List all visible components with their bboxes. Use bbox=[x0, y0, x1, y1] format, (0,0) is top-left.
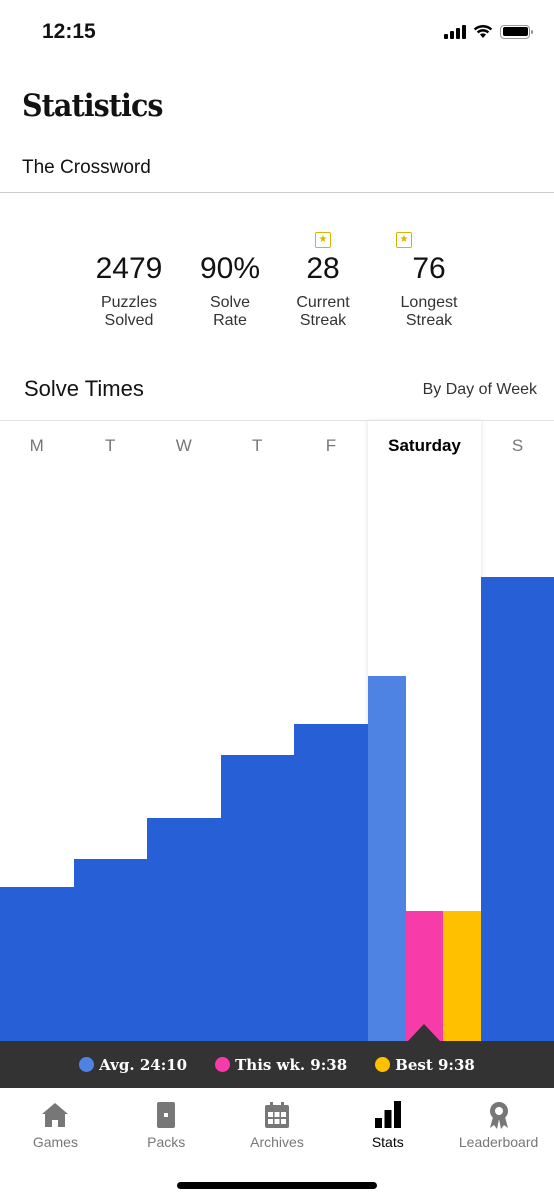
bar-day[interactable] bbox=[481, 577, 554, 1041]
bar-avg-saturday bbox=[368, 676, 407, 1041]
day-label[interactable]: S bbox=[481, 436, 554, 456]
divider bbox=[0, 192, 554, 193]
home-icon bbox=[42, 1103, 69, 1127]
bar-day[interactable] bbox=[0, 887, 74, 1041]
tab-label: Leaderboard bbox=[458, 1134, 539, 1150]
day-label[interactable]: T bbox=[221, 436, 295, 456]
solve-times-heading: Solve Times bbox=[24, 376, 144, 401]
bar-day[interactable] bbox=[294, 724, 369, 1041]
bar-day[interactable] bbox=[147, 817, 221, 1041]
ribbon-icon bbox=[489, 1102, 508, 1129]
legend-dot bbox=[79, 1057, 95, 1072]
calendar-icon bbox=[264, 1102, 289, 1128]
stat-value: 28 bbox=[306, 252, 340, 285]
bar-best bbox=[443, 911, 482, 1041]
solve-times-chart: M T W T F Saturday S bbox=[0, 420, 554, 1041]
stat-label: Longest Streak bbox=[400, 294, 458, 329]
tab-label: Games bbox=[32, 1134, 78, 1150]
tab-stats[interactable]: Stats bbox=[332, 1088, 443, 1158]
stat-label: Puzzles Solved bbox=[100, 294, 158, 329]
chart-legend: Avg. 24:10 This wk. 9:38 Best 9:38 bbox=[0, 1041, 554, 1088]
stat-value: 2479 bbox=[95, 252, 163, 285]
wifi-icon bbox=[473, 24, 493, 38]
legend-avg: Avg. 24:10 bbox=[79, 1056, 187, 1074]
bar-chart-icon bbox=[374, 1101, 401, 1128]
tab-label: Packs bbox=[147, 1134, 186, 1150]
day-label[interactable]: T bbox=[74, 436, 148, 456]
legend-this-week: This wk. 9:38 bbox=[215, 1056, 347, 1074]
tab-label: Stats bbox=[371, 1134, 404, 1150]
selected-pointer bbox=[408, 1024, 440, 1041]
pack-icon bbox=[157, 1102, 176, 1128]
stat-label: Current Streak bbox=[296, 294, 350, 329]
tab-packs[interactable]: Packs bbox=[111, 1088, 222, 1158]
battery-icon bbox=[500, 24, 533, 39]
game-name: The Crossword bbox=[22, 157, 151, 178]
stat-longest-streak: ★ 76 Longest Streak bbox=[374, 232, 484, 330]
day-label[interactable]: F bbox=[294, 436, 368, 456]
legend-dot bbox=[215, 1057, 231, 1072]
legend-best: Best 9:38 bbox=[375, 1056, 475, 1074]
stat-current-streak: ★ 28 Current Streak bbox=[268, 232, 378, 330]
page-title: Statistics bbox=[22, 88, 163, 124]
stat-value: 76 bbox=[412, 252, 446, 285]
tab-games[interactable]: Games bbox=[0, 1088, 111, 1158]
tab-leaderboard[interactable]: Leaderboard bbox=[443, 1088, 554, 1158]
status-bar: 12:15 bbox=[0, 0, 554, 66]
bar-day[interactable] bbox=[220, 755, 295, 1041]
legend-dot bbox=[375, 1057, 391, 1072]
bar-day[interactable] bbox=[73, 859, 148, 1041]
star-icon: ★ bbox=[396, 232, 412, 248]
day-label[interactable]: M bbox=[0, 436, 74, 456]
tab-label: Archives bbox=[250, 1134, 304, 1150]
stat-puzzles-solved: 2479 Puzzles Solved bbox=[74, 252, 184, 330]
chart-top-border bbox=[0, 420, 554, 421]
day-label[interactable]: W bbox=[147, 436, 221, 456]
tab-archives[interactable]: Archives bbox=[222, 1088, 333, 1158]
clock: 12:15 bbox=[42, 20, 96, 43]
star-icon: ★ bbox=[315, 232, 331, 248]
view-selector[interactable]: By Day of Week bbox=[423, 381, 537, 399]
signal-icon bbox=[444, 24, 466, 39]
bar-this-week bbox=[405, 911, 444, 1041]
home-indicator bbox=[177, 1182, 377, 1189]
status-icons bbox=[444, 24, 533, 39]
tab-bar: Games Packs Archives Stats Leaderboard bbox=[0, 1088, 554, 1158]
day-label[interactable]: Saturday bbox=[368, 436, 481, 456]
